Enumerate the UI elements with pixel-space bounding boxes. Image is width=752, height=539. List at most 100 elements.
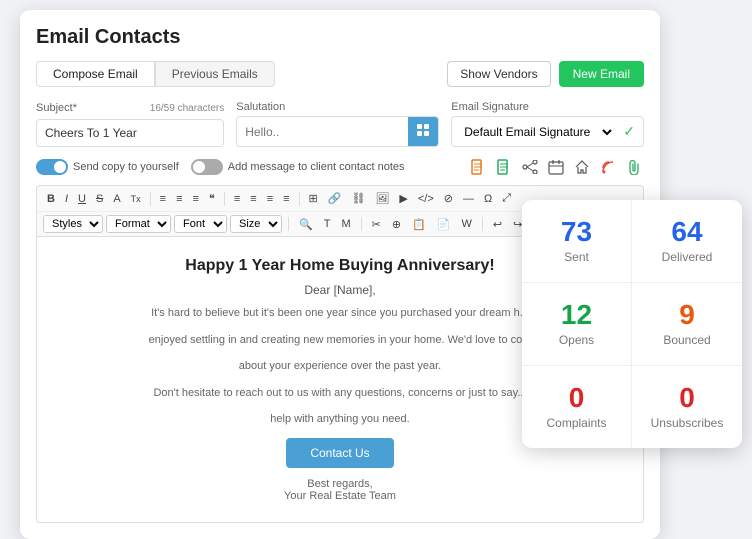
signature-label: Email Signature (451, 101, 644, 113)
stat-opens-value: 12 (538, 301, 615, 329)
clip-icon[interactable] (624, 157, 644, 177)
salutation-icon-btn[interactable] (408, 117, 438, 146)
show-vendors-button[interactable]: Show Vendors (447, 61, 550, 87)
stat-complaints-value: 0 (538, 384, 615, 412)
video-btn[interactable]: ▶ (395, 190, 411, 207)
align-center-btn[interactable]: ≡ (246, 191, 260, 207)
image-btn[interactable]: 🖼 (371, 190, 393, 207)
icons-row (468, 157, 644, 177)
code-btn[interactable]: </> (414, 191, 438, 207)
table-btn[interactable]: ⊞ (305, 190, 322, 207)
contact-us-button[interactable]: Contact Us (286, 438, 393, 468)
new-email-button[interactable]: New Email (559, 61, 644, 87)
stat-delivered-value: 64 (648, 218, 726, 246)
add-message-label: Add message to client contact notes (228, 161, 405, 173)
stat-bounced-value: 9 (648, 301, 726, 329)
merge-btn[interactable]: M (337, 216, 354, 232)
tabs-actions: Show Vendors New Email (447, 61, 644, 87)
blockquote-btn[interactable]: ❝ (205, 190, 219, 207)
align-left-btn[interactable]: ≡ (230, 191, 244, 207)
size-select[interactable]: Size (230, 215, 282, 233)
tab-previous-emails[interactable]: Previous Emails (155, 61, 275, 87)
undo-btn[interactable]: ↩ (489, 216, 506, 233)
stat-delivered: 64 Delivered (632, 200, 742, 283)
format-select[interactable]: Format (106, 215, 171, 233)
email-regards: Best regards, (57, 478, 623, 490)
copy-btn[interactable]: ⊕ (388, 216, 405, 233)
fullscreen-btn[interactable]: ⤢ (498, 190, 515, 207)
salutation-input[interactable] (237, 119, 408, 145)
toggles-row: Send copy to yourself Add message to cli… (36, 157, 644, 177)
sep6 (482, 217, 483, 231)
font-bg-btn[interactable]: Tx (127, 192, 145, 206)
signature-check-icon: ✓ (615, 117, 643, 146)
stat-complaints-label: Complaints (538, 416, 615, 430)
ul-btn[interactable]: ≡ (172, 191, 186, 207)
stat-sent-value: 73 (538, 218, 615, 246)
cut-btn[interactable]: ✂ (368, 216, 385, 233)
salutation-input-wrap (236, 116, 439, 147)
stat-unsubscribes-label: Unsubscribes (648, 416, 726, 430)
sep4 (288, 217, 289, 231)
email-team: Your Real Estate Team (57, 490, 623, 502)
home-icon[interactable] (572, 157, 592, 177)
rss-icon[interactable] (598, 157, 618, 177)
share-icon[interactable] (520, 157, 540, 177)
sep1 (150, 192, 151, 206)
page-title: Email Contacts (36, 26, 644, 49)
align-right-btn[interactable]: ≡ (263, 191, 277, 207)
char-count: 16/59 characters (150, 103, 225, 114)
sep5 (361, 217, 362, 231)
stat-bounced-label: Bounced (648, 333, 726, 347)
special-btn[interactable]: Ω (480, 191, 496, 207)
template-btn[interactable]: T (320, 216, 335, 232)
paste-word-btn[interactable]: W (457, 216, 475, 232)
strikethrough-btn[interactable]: S (92, 191, 107, 207)
stats-grid: 73 Sent 64 Delivered 12 Opens 9 Bounced … (522, 200, 742, 448)
stat-opens: 12 Opens (522, 283, 632, 366)
signature-group: Email Signature Default Email Signature … (451, 101, 644, 147)
stat-opens-label: Opens (538, 333, 615, 347)
unlink-btn[interactable]: ⛓ (347, 190, 369, 207)
hr-btn[interactable]: — (459, 191, 478, 207)
link-btn[interactable]: 🔗 (324, 190, 346, 207)
tabs: Compose Email Previous Emails (36, 61, 275, 87)
styles-select[interactable]: Styles (43, 215, 103, 233)
align-justify-btn[interactable]: ≡ (279, 191, 293, 207)
toggle-send-copy: Send copy to yourself (36, 159, 179, 175)
sep3 (299, 192, 300, 206)
stat-sent: 73 Sent (522, 200, 632, 283)
form-row: Subject* 16/59 characters Salutation (36, 101, 644, 147)
signature-select[interactable]: Default Email Signature (452, 118, 615, 146)
italic-btn[interactable]: I (61, 191, 72, 207)
underline-btn[interactable]: U (74, 191, 90, 207)
send-copy-label: Send copy to yourself (73, 161, 179, 173)
sep2 (224, 192, 225, 206)
calendar-icon[interactable] (546, 157, 566, 177)
font-select[interactable]: Font (174, 215, 227, 233)
subject-input[interactable] (36, 119, 224, 147)
font-color-btn[interactable]: A (109, 191, 124, 207)
attach-doc-icon[interactable] (468, 157, 488, 177)
clear-btn[interactable]: ⊘ (440, 190, 457, 207)
stat-bounced: 9 Bounced (632, 283, 742, 366)
subject-label: Subject* (36, 102, 77, 114)
search-btn[interactable]: 🔍 (295, 216, 317, 233)
stat-sent-label: Sent (538, 250, 615, 264)
send-copy-toggle[interactable] (36, 159, 68, 175)
toggles-left: Send copy to yourself Add message to cli… (36, 159, 405, 175)
subject-group: Subject* 16/59 characters (36, 102, 224, 147)
paste-text-btn[interactable]: 📄 (433, 216, 455, 233)
indent-btn[interactable]: ≡ (189, 191, 203, 207)
attach-file-icon[interactable] (494, 157, 514, 177)
tab-compose-email[interactable]: Compose Email (36, 61, 155, 87)
toggle-add-message: Add message to client contact notes (191, 159, 405, 175)
ol-btn[interactable]: ≡ (156, 191, 170, 207)
salutation-group: Salutation (236, 101, 439, 147)
salutation-label: Salutation (236, 101, 439, 113)
bold-btn[interactable]: B (43, 191, 59, 207)
add-message-toggle[interactable] (191, 159, 223, 175)
paste-btn[interactable]: 📋 (408, 216, 430, 233)
stat-delivered-label: Delivered (648, 250, 726, 264)
stat-unsubscribes: 0 Unsubscribes (632, 366, 742, 448)
